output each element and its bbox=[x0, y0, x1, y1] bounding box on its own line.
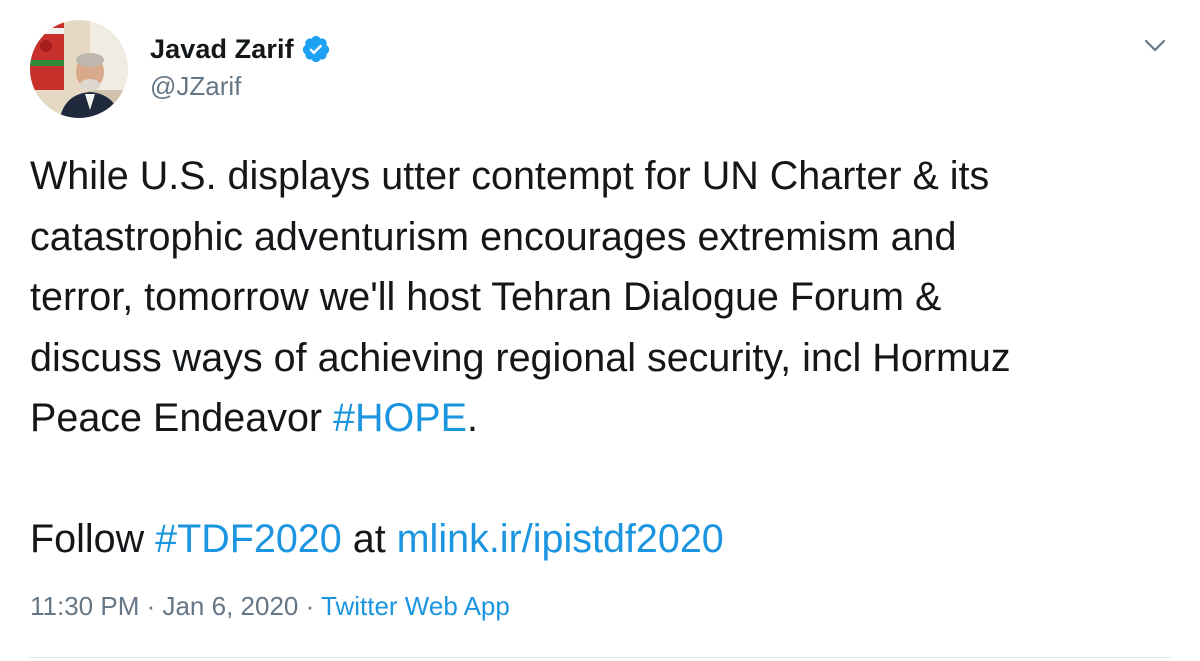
tweet-line: discuss ways of achieving regional secur… bbox=[30, 335, 1011, 380]
tweet-card: Javad Zarif @JZarif While U.S. displays … bbox=[0, 0, 1200, 661]
chevron-down-icon[interactable] bbox=[1140, 34, 1170, 56]
tweet-date[interactable]: Jan 6, 2020 bbox=[162, 591, 298, 621]
tweet-line-period: . bbox=[466, 396, 478, 440]
tweet-line: While U.S. displays utter contempt for U… bbox=[30, 154, 990, 198]
profile-photo-icon bbox=[30, 20, 128, 118]
tweet-source-link[interactable]: Twitter Web App bbox=[321, 591, 510, 621]
tweet-line-text: Peace Endeavor bbox=[30, 396, 334, 440]
author-name-row[interactable]: Javad Zarif bbox=[150, 31, 331, 67]
url-link[interactable]: mlink.ir/ipistdf2020 bbox=[397, 517, 724, 561]
display-name[interactable]: Javad Zarif bbox=[150, 34, 294, 65]
tweet-text: While U.S. displays utter contempt for U… bbox=[30, 146, 1180, 570]
tweet-line: Follow #TDF2020 at mlink.ir/ipistdf2020 bbox=[30, 509, 1180, 570]
verified-badge-icon bbox=[301, 34, 331, 64]
follow-text: Follow bbox=[30, 517, 156, 561]
author-handle[interactable]: @JZarif bbox=[150, 71, 241, 102]
tweet-meta: 11:30 PM · Jan 6, 2020 · Twitter Web App bbox=[30, 591, 510, 622]
avatar[interactable] bbox=[30, 20, 128, 118]
tweet-line: Peace Endeavor #HOPE. bbox=[30, 388, 1180, 449]
meta-separator: · bbox=[298, 591, 321, 621]
tweet-line: catastrophic adventurism encourages extr… bbox=[30, 214, 957, 259]
at-text: at bbox=[341, 517, 397, 561]
hashtag-hope-link[interactable]: #HOPE bbox=[333, 396, 467, 440]
tweet-line: terror, tomorrow we'll host Tehran Dialo… bbox=[30, 275, 942, 319]
hashtag-tdf-link[interactable]: #TDF2020 bbox=[155, 517, 342, 561]
tweet-time[interactable]: 11:30 PM bbox=[30, 591, 139, 621]
meta-separator: · bbox=[139, 591, 163, 621]
divider bbox=[30, 657, 1170, 658]
